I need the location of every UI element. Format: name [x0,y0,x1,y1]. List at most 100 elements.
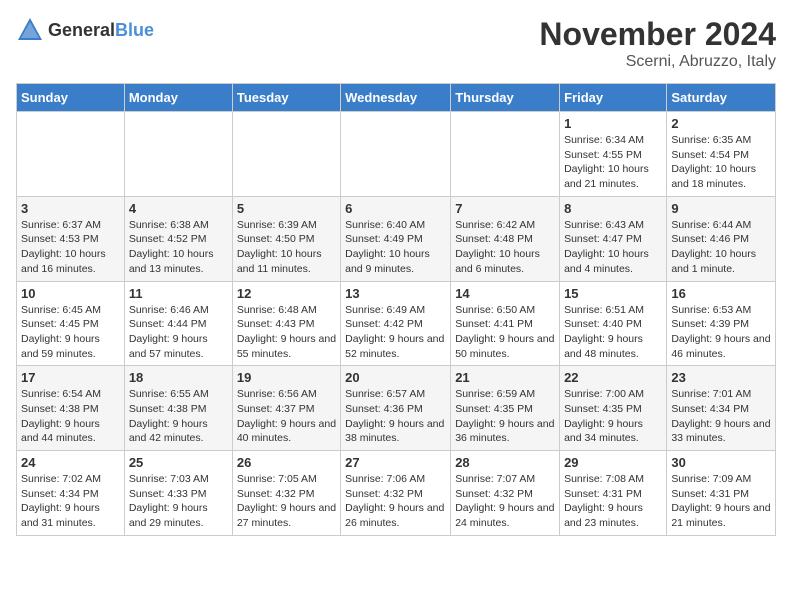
day-number: 15 [564,286,662,301]
calendar-cell: 24 Sunrise: 7:02 AM Sunset: 4:34 PM Dayli… [17,451,125,536]
day-number: 20 [345,370,446,385]
calendar-cell: 20 Sunrise: 6:57 AM Sunset: 4:36 PM Dayli… [341,366,451,451]
day-number: 8 [564,201,662,216]
location-title: Scerni, Abruzzo, Italy [539,53,776,71]
logo-icon [16,16,44,44]
day-number: 3 [21,201,120,216]
calendar-cell: 2 Sunrise: 6:35 AM Sunset: 4:54 PM Daylig… [667,112,776,197]
calendar-cell: 5 Sunrise: 6:39 AM Sunset: 4:50 PM Daylig… [232,196,340,281]
day-info: Sunrise: 6:34 AM Sunset: 4:55 PM Dayligh… [564,133,662,192]
day-number: 23 [671,370,771,385]
day-info: Sunrise: 6:53 AM Sunset: 4:39 PM Dayligh… [671,303,771,362]
day-info: Sunrise: 6:38 AM Sunset: 4:52 PM Dayligh… [129,218,228,277]
day-info: Sunrise: 6:50 AM Sunset: 4:41 PM Dayligh… [455,303,555,362]
day-info: Sunrise: 6:42 AM Sunset: 4:48 PM Dayligh… [455,218,555,277]
day-number: 11 [129,286,228,301]
day-number: 24 [21,455,120,470]
calendar-cell: 22Sunrise: 7:00 AM Sunset: 4:35 PM Dayli… [560,366,667,451]
day-number: 1 [564,116,662,131]
day-info: Sunrise: 6:49 AM Sunset: 4:42 PM Dayligh… [345,303,446,362]
day-of-week-header: Sunday [17,84,125,112]
day-info: Sunrise: 7:03 AM Sunset: 4:33 PM Dayligh… [129,472,228,531]
day-info: Sunrise: 6:45 AM Sunset: 4:45 PM Dayligh… [21,303,120,362]
calendar-cell: 21 Sunrise: 6:59 AM Sunset: 4:35 PM Dayli… [451,366,560,451]
day-info: Sunrise: 6:48 AM Sunset: 4:43 PM Dayligh… [237,303,336,362]
calendar-cell: 4 Sunrise: 6:38 AM Sunset: 4:52 PM Daylig… [124,196,232,281]
day-of-week-header: Monday [124,84,232,112]
calendar-cell [451,112,560,197]
day-number: 21 [455,370,555,385]
day-of-week-header: Thursday [451,84,560,112]
month-title: November 2024 [539,16,776,53]
day-number: 25 [129,455,228,470]
day-number: 18 [129,370,228,385]
calendar-cell: 27Sunrise: 7:06 AM Sunset: 4:32 PM Dayli… [341,451,451,536]
day-number: 26 [237,455,336,470]
calendar-cell: 17 Sunrise: 6:54 AM Sunset: 4:38 PM Dayli… [17,366,125,451]
day-info: Sunrise: 6:39 AM Sunset: 4:50 PM Dayligh… [237,218,336,277]
day-number: 27 [345,455,446,470]
day-number: 6 [345,201,446,216]
day-info: Sunrise: 6:44 AM Sunset: 4:46 PM Dayligh… [671,218,771,277]
day-number: 2 [671,116,771,131]
day-number: 13 [345,286,446,301]
calendar-cell: 30 Sunrise: 7:09 AM Sunset: 4:31 PM Dayli… [667,451,776,536]
day-number: 28 [455,455,555,470]
day-info: Sunrise: 6:55 AM Sunset: 4:38 PM Dayligh… [129,387,228,446]
logo-text: GeneralBlue [48,20,154,41]
calendar-cell: 28 Sunrise: 7:07 AM Sunset: 4:32 PM Dayli… [451,451,560,536]
day-of-week-header: Saturday [667,84,776,112]
logo-blue: Blue [115,20,154,40]
day-info: Sunrise: 7:08 AM Sunset: 4:31 PM Dayligh… [564,472,662,531]
day-of-week-header: Friday [560,84,667,112]
calendar-cell [232,112,340,197]
logo: GeneralBlue [16,16,154,44]
day-number: 29 [564,455,662,470]
day-number: 5 [237,201,336,216]
day-number: 14 [455,286,555,301]
calendar-cell: 1 Sunrise: 6:34 AM Sunset: 4:55 PM Daylig… [560,112,667,197]
day-info: Sunrise: 6:35 AM Sunset: 4:54 PM Dayligh… [671,133,771,192]
day-info: Sunrise: 7:09 AM Sunset: 4:31 PM Dayligh… [671,472,771,531]
day-number: 7 [455,201,555,216]
calendar-cell [341,112,451,197]
day-number: 16 [671,286,771,301]
calendar-cell: 25 Sunrise: 7:03 AM Sunset: 4:33 PM Dayli… [124,451,232,536]
day-of-week-header: Wednesday [341,84,451,112]
day-info: Sunrise: 6:37 AM Sunset: 4:53 PM Dayligh… [21,218,120,277]
day-info: Sunrise: 6:40 AM Sunset: 4:49 PM Dayligh… [345,218,446,277]
title-area: November 2024 Scerni, Abruzzo, Italy [539,16,776,71]
day-number: 19 [237,370,336,385]
calendar-cell: 8Sunrise: 6:43 AM Sunset: 4:47 PM Daylig… [560,196,667,281]
calendar-cell: 7 Sunrise: 6:42 AM Sunset: 4:48 PM Daylig… [451,196,560,281]
day-number: 30 [671,455,771,470]
calendar-cell: 19 Sunrise: 6:56 AM Sunset: 4:37 PM Dayli… [232,366,340,451]
day-number: 17 [21,370,120,385]
day-info: Sunrise: 7:02 AM Sunset: 4:34 PM Dayligh… [21,472,120,531]
day-info: Sunrise: 7:07 AM Sunset: 4:32 PM Dayligh… [455,472,555,531]
calendar-cell: 18 Sunrise: 6:55 AM Sunset: 4:38 PM Dayli… [124,366,232,451]
day-number: 9 [671,201,771,216]
logo-general: General [48,20,115,40]
day-info: Sunrise: 6:56 AM Sunset: 4:37 PM Dayligh… [237,387,336,446]
day-info: Sunrise: 6:54 AM Sunset: 4:38 PM Dayligh… [21,387,120,446]
calendar-table: SundayMondayTuesdayWednesdayThursdayFrid… [16,83,776,536]
day-of-week-header: Tuesday [232,84,340,112]
day-info: Sunrise: 6:51 AM Sunset: 4:40 PM Dayligh… [564,303,662,362]
day-number: 10 [21,286,120,301]
calendar-cell: 26 Sunrise: 7:05 AM Sunset: 4:32 PM Dayli… [232,451,340,536]
calendar-cell: 10 Sunrise: 6:45 AM Sunset: 4:45 PM Dayli… [17,281,125,366]
day-info: Sunrise: 6:57 AM Sunset: 4:36 PM Dayligh… [345,387,446,446]
day-info: Sunrise: 6:59 AM Sunset: 4:35 PM Dayligh… [455,387,555,446]
calendar-cell: 29 Sunrise: 7:08 AM Sunset: 4:31 PM Dayli… [560,451,667,536]
day-info: Sunrise: 7:05 AM Sunset: 4:32 PM Dayligh… [237,472,336,531]
calendar-cell: 16 Sunrise: 6:53 AM Sunset: 4:39 PM Dayli… [667,281,776,366]
calendar-cell: 15 Sunrise: 6:51 AM Sunset: 4:40 PM Dayli… [560,281,667,366]
header: GeneralBlue November 2024 Scerni, Abruzz… [16,16,776,71]
day-number: 4 [129,201,228,216]
calendar-cell: 23Sunrise: 7:01 AM Sunset: 4:34 PM Dayli… [667,366,776,451]
calendar-cell: 13 Sunrise: 6:49 AM Sunset: 4:42 PM Dayli… [341,281,451,366]
calendar-cell: 9 Sunrise: 6:44 AM Sunset: 4:46 PM Daylig… [667,196,776,281]
calendar-cell: 3 Sunrise: 6:37 AM Sunset: 4:53 PM Daylig… [17,196,125,281]
calendar-cell: 14 Sunrise: 6:50 AM Sunset: 4:41 PM Dayli… [451,281,560,366]
